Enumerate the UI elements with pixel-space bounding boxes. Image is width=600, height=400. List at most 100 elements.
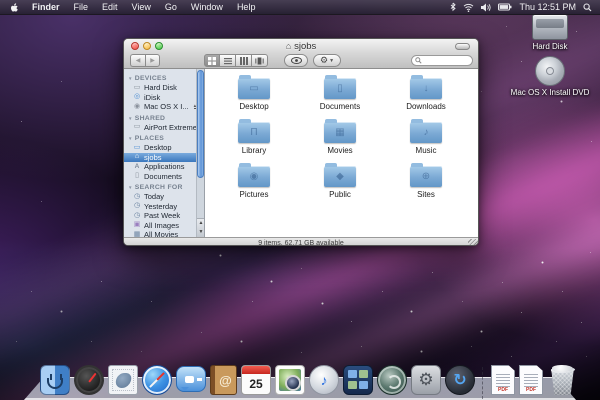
disclosure-triangle-icon[interactable] bbox=[128, 115, 133, 122]
folder-library[interactable]: ΠLibrary bbox=[211, 118, 297, 162]
window-title: ⌂sjobs bbox=[124, 39, 478, 53]
folder-desktop[interactable]: ▭Desktop bbox=[211, 74, 297, 118]
airport-icon: ▭ bbox=[133, 123, 141, 131]
coverflow-view-button[interactable] bbox=[252, 54, 268, 67]
grid-view-icon bbox=[208, 57, 216, 65]
iphoto-dock-icon[interactable] bbox=[275, 365, 305, 395]
pdf-document-dock-icon[interactable]: PDF bbox=[519, 365, 543, 395]
sidebar-scrollbar[interactable]: ▲ ▼ bbox=[196, 69, 204, 237]
back-button[interactable]: ◀ bbox=[130, 54, 145, 67]
desktop-icon-hard-disk[interactable]: Hard Disk bbox=[504, 14, 596, 51]
sidebar-section-places[interactable]: PLACES bbox=[124, 132, 204, 143]
search-icon bbox=[415, 57, 422, 64]
folder-sites[interactable]: ⊕Sites bbox=[383, 162, 469, 206]
title-bar[interactable]: ⌂sjobs bbox=[124, 39, 478, 53]
folder-icon: ⊕ bbox=[410, 166, 442, 187]
menu-item-view[interactable]: View bbox=[125, 0, 158, 14]
disclosure-triangle-icon[interactable] bbox=[128, 184, 133, 191]
list-view-button[interactable] bbox=[220, 54, 236, 67]
finder-dock-icon[interactable] bbox=[40, 365, 70, 395]
time-machine-dock-icon[interactable] bbox=[377, 365, 407, 395]
sidebar-item-documents[interactable]: ▯Documents bbox=[124, 172, 204, 182]
pdf-label: PDF bbox=[520, 387, 542, 393]
icon-view-button[interactable] bbox=[204, 54, 220, 67]
disclosure-triangle-icon[interactable] bbox=[128, 135, 133, 142]
item-label: Hard Disk bbox=[144, 83, 177, 92]
battery-icon[interactable] bbox=[498, 3, 512, 11]
sidebar-item-all-images[interactable]: ▣All Images bbox=[124, 221, 204, 231]
pdf-document-dock-icon[interactable]: PDF bbox=[491, 365, 515, 395]
sidebar-item-today[interactable]: ◷Today bbox=[124, 192, 204, 202]
sidebar-section-search-for[interactable]: SEARCH FOR bbox=[124, 181, 204, 192]
software-update-dock-icon[interactable] bbox=[445, 365, 475, 395]
scrollbar-thumb[interactable] bbox=[197, 70, 204, 178]
sidebar-item-applications[interactable]: AApplications bbox=[124, 162, 204, 172]
images-icon: ▣ bbox=[133, 221, 141, 229]
folder-downloads[interactable]: ↓Downloads bbox=[383, 74, 469, 118]
close-button[interactable] bbox=[131, 42, 139, 50]
sidebar-item-yesterday[interactable]: ◷Yesterday bbox=[124, 202, 204, 212]
ical-header bbox=[242, 366, 270, 374]
window-header[interactable]: ⌂sjobs ◀ ▶ bbox=[124, 39, 478, 69]
folder-pictures[interactable]: ◉Pictures bbox=[211, 162, 297, 206]
minimize-button[interactable] bbox=[143, 42, 151, 50]
item-label: Applications bbox=[144, 162, 184, 171]
sidebar-item-hard-disk[interactable]: ▭Hard Disk bbox=[124, 83, 204, 93]
bluetooth-icon[interactable] bbox=[450, 2, 456, 12]
trash-basket bbox=[549, 369, 576, 395]
pdf-label: PDF bbox=[492, 387, 514, 393]
spaces-dock-icon[interactable] bbox=[343, 365, 373, 395]
hard-disk-icon bbox=[532, 14, 568, 40]
forward-button[interactable]: ▶ bbox=[145, 54, 160, 67]
column-view-button[interactable] bbox=[236, 54, 252, 67]
apple-menu-icon[interactable] bbox=[10, 3, 19, 12]
zoom-button[interactable] bbox=[155, 42, 163, 50]
action-menu-button[interactable]: ⚙▼ bbox=[313, 54, 341, 67]
item-label: Mac OS X I... bbox=[144, 102, 189, 111]
trash-dock-icon[interactable] bbox=[547, 365, 578, 395]
address-book-dock-icon[interactable] bbox=[210, 365, 237, 395]
menu-item-window[interactable]: Window bbox=[184, 0, 230, 14]
sidebar-item-sjobs[interactable]: ⌂sjobs bbox=[124, 153, 204, 163]
toolbar-toggle-pill[interactable] bbox=[455, 43, 470, 50]
folder-movies[interactable]: ▦Movies bbox=[297, 118, 383, 162]
menu-item-edit[interactable]: Edit bbox=[95, 0, 125, 14]
disclosure-triangle-icon[interactable] bbox=[128, 75, 133, 82]
mail-dock-icon[interactable] bbox=[108, 365, 138, 395]
sidebar-item-all-movies[interactable]: ▦All Movies bbox=[124, 230, 204, 237]
ical-dock-icon[interactable]: 25 bbox=[241, 365, 271, 395]
ichat-dock-icon[interactable] bbox=[176, 366, 206, 392]
idisk-icon: ◎ bbox=[133, 93, 141, 101]
menu-item-help[interactable]: Help bbox=[230, 0, 263, 14]
volume-icon[interactable] bbox=[481, 3, 491, 12]
spotlight-icon[interactable] bbox=[583, 3, 592, 12]
scroll-down-arrow[interactable]: ▼ bbox=[197, 228, 205, 237]
sidebar-item-past-week[interactable]: ◷Past Week bbox=[124, 211, 204, 221]
folder-music[interactable]: ♪Music bbox=[383, 118, 469, 162]
sidebar-item-airport-extreme[interactable]: ▭AirPort Extreme bbox=[124, 123, 204, 133]
home-icon: ⌂ bbox=[286, 41, 291, 51]
quick-look-button[interactable] bbox=[284, 54, 308, 67]
wifi-icon[interactable] bbox=[463, 3, 474, 12]
gear-icon: ⚙ bbox=[320, 55, 328, 66]
sidebar-item-install-dvd[interactable]: ◉Mac OS X I... bbox=[124, 102, 204, 112]
menu-item-file[interactable]: File bbox=[67, 0, 96, 14]
system-preferences-dock-icon[interactable] bbox=[411, 365, 441, 395]
scroll-up-arrow[interactable]: ▲ bbox=[197, 219, 205, 228]
folder-public[interactable]: ◆Public bbox=[297, 162, 383, 206]
itunes-dock-icon[interactable] bbox=[309, 365, 339, 395]
folder-documents[interactable]: ▯Documents bbox=[297, 74, 383, 118]
sidebar-item-desktop[interactable]: ▭Desktop bbox=[124, 143, 204, 153]
sidebar-item-idisk[interactable]: ◎iDisk bbox=[124, 93, 204, 103]
safari-dock-icon[interactable] bbox=[142, 365, 172, 395]
menu-bar: Finder File Edit View Go Window Help Thu… bbox=[0, 0, 600, 15]
resize-grip[interactable] bbox=[468, 239, 478, 246]
sidebar-section-devices[interactable]: DEVICES bbox=[124, 72, 204, 83]
sidebar-section-shared[interactable]: SHARED bbox=[124, 112, 204, 123]
dashboard-dock-icon[interactable] bbox=[74, 365, 104, 395]
menu-item-go[interactable]: Go bbox=[158, 0, 184, 14]
search-input[interactable] bbox=[411, 55, 473, 66]
desktop-icon-install-dvd[interactable]: Mac OS X Install DVD bbox=[504, 56, 596, 97]
menu-item-finder[interactable]: Finder bbox=[25, 0, 67, 14]
menu-clock[interactable]: Thu 12:51 PM bbox=[519, 2, 576, 12]
